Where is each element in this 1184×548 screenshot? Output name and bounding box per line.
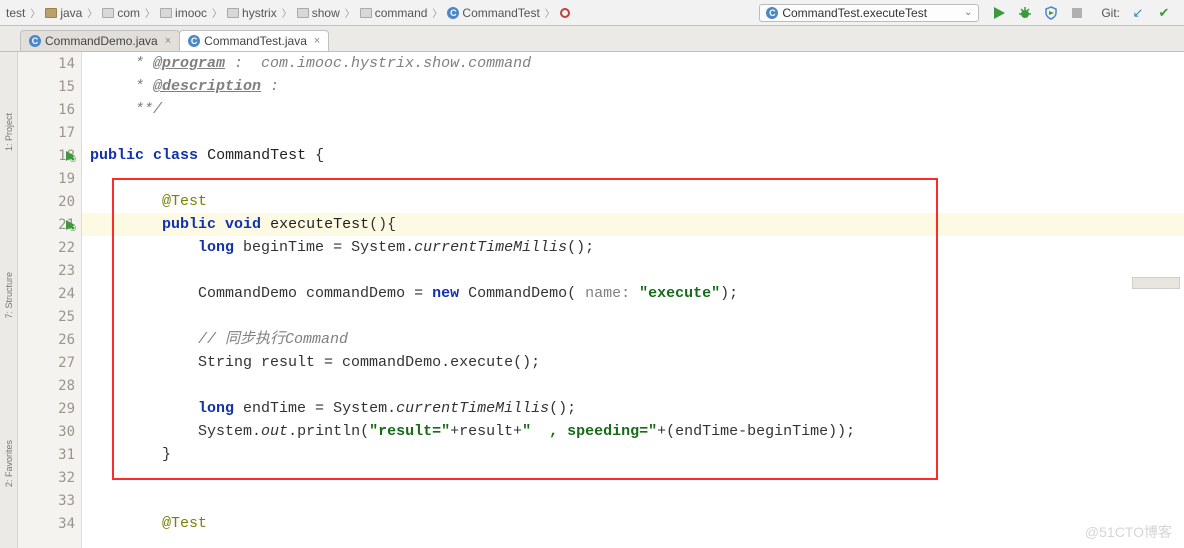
line-number: 14 bbox=[18, 52, 81, 75]
chevron-right-icon: 〉 bbox=[29, 5, 41, 20]
tab-label: CommandDemo.java bbox=[45, 34, 158, 48]
run-icon[interactable] bbox=[991, 5, 1007, 21]
crumb-test[interactable]: test bbox=[4, 4, 27, 22]
crumb-com[interactable]: com bbox=[100, 4, 142, 22]
line-number: 16 bbox=[18, 98, 81, 121]
line-number: 29 bbox=[18, 397, 81, 420]
toolbar-actions: Git: ↙ ✔ bbox=[983, 5, 1180, 21]
package-icon bbox=[227, 8, 239, 18]
package-icon bbox=[360, 8, 372, 18]
line-number: 15 bbox=[18, 75, 81, 98]
code-editor[interactable]: * @program : com.imooc.hystrix.show.comm… bbox=[82, 52, 1184, 548]
tool-structure[interactable]: 7: Structure bbox=[4, 264, 14, 327]
class-icon: C bbox=[447, 7, 459, 19]
tab-commandtest[interactable]: C CommandTest.java × bbox=[179, 30, 329, 51]
run-configuration-dropdown[interactable]: C CommandTest.executeTest ⌄ bbox=[759, 4, 979, 22]
line-number-gutter: 1415161718192021222324252627282930313233… bbox=[18, 52, 82, 548]
line-number: 25 bbox=[18, 305, 81, 328]
git-label: Git: bbox=[1101, 6, 1120, 20]
line-number: 19 bbox=[18, 167, 81, 190]
crumb-method[interactable] bbox=[558, 6, 572, 20]
close-icon[interactable]: × bbox=[165, 35, 171, 47]
class-icon: C bbox=[29, 35, 41, 47]
chevron-right-icon: 〉 bbox=[211, 5, 223, 20]
editor-tabs: C CommandDemo.java × C CommandTest.java … bbox=[0, 26, 1184, 52]
stop-icon[interactable] bbox=[1069, 5, 1085, 21]
watermark: @51CTO博客 bbox=[1085, 522, 1172, 542]
line-number: 21 bbox=[18, 213, 81, 236]
crumb-command[interactable]: command bbox=[358, 4, 430, 22]
tool-favorites[interactable]: 2: Favorites bbox=[4, 432, 14, 495]
run-config-label: CommandTest.executeTest bbox=[782, 6, 927, 20]
crumb-class[interactable]: CCommandTest bbox=[445, 4, 541, 22]
line-number: 22 bbox=[18, 236, 81, 259]
tab-label: CommandTest.java bbox=[204, 34, 307, 48]
tool-window-bar: 1: Project 7: Structure 2: Favorites bbox=[0, 52, 18, 548]
package-icon bbox=[160, 8, 172, 18]
chevron-right-icon: 〉 bbox=[281, 5, 293, 20]
run-gutter-icon[interactable] bbox=[64, 219, 76, 231]
tool-project[interactable]: 1: Project bbox=[4, 105, 14, 159]
line-number: 28 bbox=[18, 374, 81, 397]
line-number: 18 bbox=[18, 144, 81, 167]
line-number: 27 bbox=[18, 351, 81, 374]
chevron-right-icon: 〉 bbox=[431, 5, 443, 20]
class-icon: C bbox=[766, 7, 778, 19]
chevron-down-icon: ⌄ bbox=[964, 7, 972, 18]
tab-commanddemo[interactable]: C CommandDemo.java × bbox=[20, 30, 180, 51]
line-number: 30 bbox=[18, 420, 81, 443]
line-number: 20 bbox=[18, 190, 81, 213]
line-number: 31 bbox=[18, 443, 81, 466]
debug-icon[interactable] bbox=[1017, 5, 1033, 21]
editor-area: 1: Project 7: Structure 2: Favorites 141… bbox=[0, 52, 1184, 548]
folder-icon bbox=[45, 8, 57, 18]
line-number: 23 bbox=[18, 259, 81, 282]
line-number: 24 bbox=[18, 282, 81, 305]
package-icon bbox=[297, 8, 309, 18]
top-toolbar: test〉 java〉 com〉 imooc〉 hystrix〉 show〉 c… bbox=[0, 0, 1184, 26]
crumb-show[interactable]: show bbox=[295, 4, 342, 22]
chevron-right-icon: 〉 bbox=[144, 5, 156, 20]
crumb-hystrix[interactable]: hystrix bbox=[225, 4, 279, 22]
close-icon[interactable]: × bbox=[314, 35, 320, 47]
method-icon bbox=[560, 8, 570, 18]
run-gutter-icon[interactable] bbox=[64, 150, 76, 162]
chevron-right-icon: 〉 bbox=[544, 5, 556, 20]
git-commit-icon[interactable]: ✔ bbox=[1156, 5, 1172, 21]
package-icon bbox=[102, 8, 114, 18]
breadcrumb: test〉 java〉 com〉 imooc〉 hystrix〉 show〉 c… bbox=[4, 4, 755, 22]
line-number: 26 bbox=[18, 328, 81, 351]
coverage-icon[interactable] bbox=[1043, 5, 1059, 21]
crumb-imooc[interactable]: imooc bbox=[158, 4, 209, 22]
line-number: 34 bbox=[18, 512, 81, 535]
chevron-right-icon: 〉 bbox=[86, 5, 98, 20]
class-icon: C bbox=[188, 35, 200, 47]
git-update-icon[interactable]: ↙ bbox=[1130, 5, 1146, 21]
line-number: 33 bbox=[18, 489, 81, 512]
line-number: 17 bbox=[18, 121, 81, 144]
annotation-marker bbox=[1132, 277, 1180, 289]
chevron-right-icon: 〉 bbox=[344, 5, 356, 20]
crumb-java[interactable]: java bbox=[43, 4, 84, 22]
line-number: 32 bbox=[18, 466, 81, 489]
